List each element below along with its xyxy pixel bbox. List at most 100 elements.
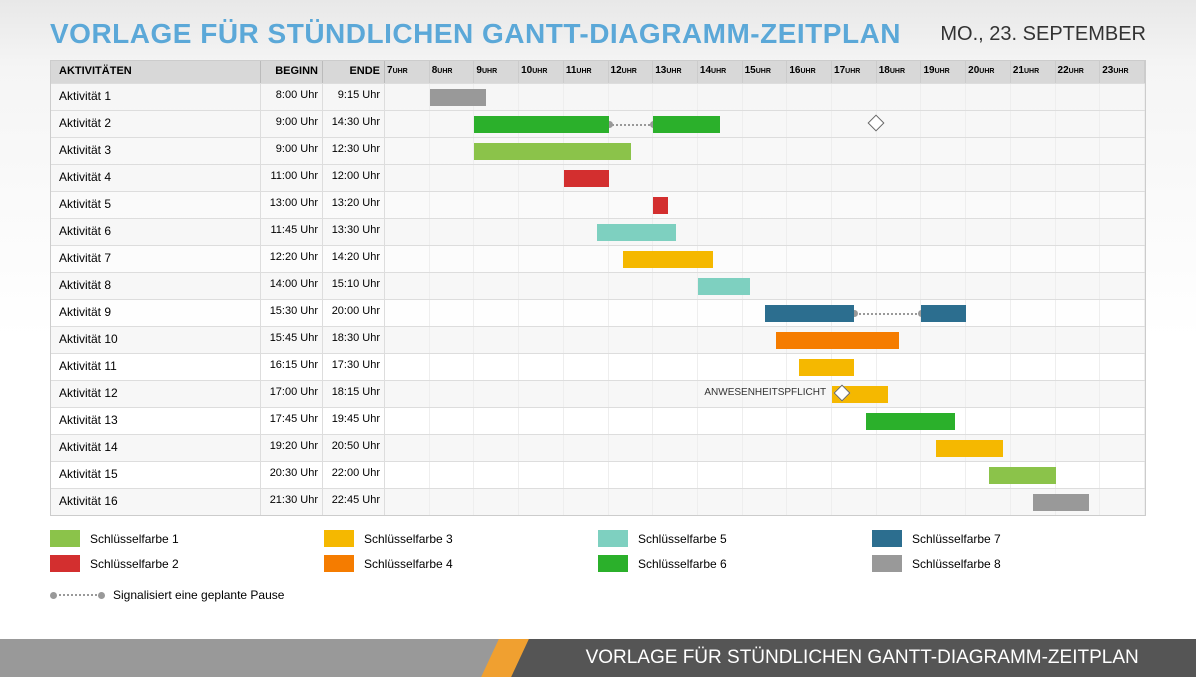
- gantt-row: Aktivität 39:00 Uhr12:30 Uhr: [51, 137, 1145, 164]
- gantt-cell: [385, 300, 1145, 326]
- header-end: ENDE: [323, 61, 385, 83]
- end-time: 19:45 Uhr: [323, 408, 385, 434]
- footer-title: VORLAGE FÜR STÜNDLICHEN GANTT-DIAGRAMM-Z…: [508, 639, 1196, 677]
- activity-name: Aktivität 11: [51, 354, 261, 380]
- gantt-row: Aktivität 411:00 Uhr12:00 Uhr: [51, 164, 1145, 191]
- gantt-row: Aktivität 1015:45 Uhr18:30 Uhr: [51, 326, 1145, 353]
- end-time: 17:30 Uhr: [323, 354, 385, 380]
- gantt-cell: [385, 246, 1145, 272]
- legend-label: Schlüsselfarbe 8: [912, 557, 1001, 571]
- legend-swatch: [872, 555, 902, 572]
- begin-time: 15:45 Uhr: [261, 327, 323, 353]
- gantt-bar: [1033, 494, 1089, 511]
- pause-indicator: [854, 313, 921, 315]
- hour-label: 7UHR: [385, 61, 430, 83]
- legend-swatch: [872, 530, 902, 547]
- pause-legend-label: Signalisiert eine geplante Pause: [113, 588, 284, 602]
- end-time: 12:00 Uhr: [323, 165, 385, 191]
- hour-label: 22UHR: [1056, 61, 1101, 83]
- legend-item: Schlüsselfarbe 2: [50, 555, 324, 572]
- page-title: VORLAGE FÜR STÜNDLICHEN GANTT-DIAGRAMM-Z…: [50, 18, 901, 50]
- end-time: 15:10 Uhr: [323, 273, 385, 299]
- hour-label: 16UHR: [787, 61, 832, 83]
- gantt-row: Aktivität 814:00 Uhr15:10 Uhr: [51, 272, 1145, 299]
- gantt-bar: [564, 170, 609, 187]
- gantt-bar: [653, 197, 668, 214]
- legend-label: Schlüsselfarbe 7: [912, 532, 1001, 546]
- gantt-row: Aktivität 915:30 Uhr20:00 Uhr: [51, 299, 1145, 326]
- row-annotation: ANWESENHEITSPFLICHT: [704, 387, 826, 398]
- activity-name: Aktivität 8: [51, 273, 261, 299]
- begin-time: 19:20 Uhr: [261, 435, 323, 461]
- gantt-row: Aktivität 712:20 Uhr14:20 Uhr: [51, 245, 1145, 272]
- legend-swatch: [324, 530, 354, 547]
- begin-time: 9:00 Uhr: [261, 111, 323, 137]
- end-time: 9:15 Uhr: [323, 84, 385, 110]
- gantt-bar: [921, 305, 966, 322]
- gantt-cell: [385, 435, 1145, 461]
- pause-indicator: [609, 124, 654, 126]
- gantt-cell: [385, 111, 1145, 137]
- legend-item: Schlüsselfarbe 6: [598, 555, 872, 572]
- activity-name: Aktivität 16: [51, 489, 261, 515]
- gantt-cell: [385, 327, 1145, 353]
- gantt-cell: [385, 84, 1145, 110]
- begin-time: 13:00 Uhr: [261, 192, 323, 218]
- hour-label: 18UHR: [877, 61, 922, 83]
- begin-time: 12:20 Uhr: [261, 246, 323, 272]
- activity-name: Aktivität 6: [51, 219, 261, 245]
- hour-label: 14UHR: [698, 61, 743, 83]
- end-time: 14:20 Uhr: [323, 246, 385, 272]
- pause-icon: [50, 591, 105, 599]
- gantt-cell: [385, 354, 1145, 380]
- legend-label: Schlüsselfarbe 1: [90, 532, 179, 546]
- gantt-cell: [385, 489, 1145, 515]
- end-time: 22:45 Uhr: [323, 489, 385, 515]
- gantt-bar: [698, 278, 750, 295]
- begin-time: 17:00 Uhr: [261, 381, 323, 407]
- hour-label: 8UHR: [430, 61, 475, 83]
- gantt-bar: [765, 305, 854, 322]
- end-time: 20:00 Uhr: [323, 300, 385, 326]
- end-time: 12:30 Uhr: [323, 138, 385, 164]
- begin-time: 11:45 Uhr: [261, 219, 323, 245]
- pause-legend: Signalisiert eine geplante Pause: [50, 588, 1146, 602]
- hour-label: 13UHR: [653, 61, 698, 83]
- hour-label: 23UHR: [1100, 61, 1145, 83]
- activity-name: Aktivität 3: [51, 138, 261, 164]
- gantt-bar: [474, 143, 630, 160]
- legend: Schlüsselfarbe 1Schlüsselfarbe 2Schlüsse…: [50, 530, 1146, 580]
- begin-time: 16:15 Uhr: [261, 354, 323, 380]
- gantt-cell: [385, 138, 1145, 164]
- legend-swatch: [50, 530, 80, 547]
- legend-item: Schlüsselfarbe 1: [50, 530, 324, 547]
- table-header: AKTIVITÄTEN BEGINN ENDE 7UHR8UHR9UHR10UH…: [51, 61, 1145, 83]
- activity-name: Aktivität 7: [51, 246, 261, 272]
- gantt-cell: [385, 219, 1145, 245]
- begin-time: 17:45 Uhr: [261, 408, 323, 434]
- gantt-cell: ANWESENHEITSPFLICHT: [385, 381, 1145, 407]
- legend-swatch: [324, 555, 354, 572]
- begin-time: 11:00 Uhr: [261, 165, 323, 191]
- hour-label: 17UHR: [832, 61, 877, 83]
- end-time: 13:30 Uhr: [323, 219, 385, 245]
- activity-name: Aktivität 10: [51, 327, 261, 353]
- gantt-bar: [653, 116, 720, 133]
- legend-swatch: [598, 555, 628, 572]
- activity-name: Aktivität 13: [51, 408, 261, 434]
- hour-label: 15UHR: [743, 61, 788, 83]
- header-begin: BEGINN: [261, 61, 323, 83]
- activity-name: Aktivität 15: [51, 462, 261, 488]
- gantt-cell: [385, 408, 1145, 434]
- date-label: MO., 23. SEPTEMBER: [940, 23, 1146, 46]
- gantt-chart: AKTIVITÄTEN BEGINN ENDE 7UHR8UHR9UHR10UH…: [50, 60, 1146, 516]
- gantt-bar: [623, 251, 712, 268]
- legend-label: Schlüsselfarbe 3: [364, 532, 453, 546]
- gantt-row: Aktivität 1520:30 Uhr22:00 Uhr: [51, 461, 1145, 488]
- end-time: 13:20 Uhr: [323, 192, 385, 218]
- begin-time: 9:00 Uhr: [261, 138, 323, 164]
- legend-item: Schlüsselfarbe 4: [324, 555, 598, 572]
- hour-label: 12UHR: [609, 61, 654, 83]
- begin-time: 20:30 Uhr: [261, 462, 323, 488]
- gantt-cell: [385, 462, 1145, 488]
